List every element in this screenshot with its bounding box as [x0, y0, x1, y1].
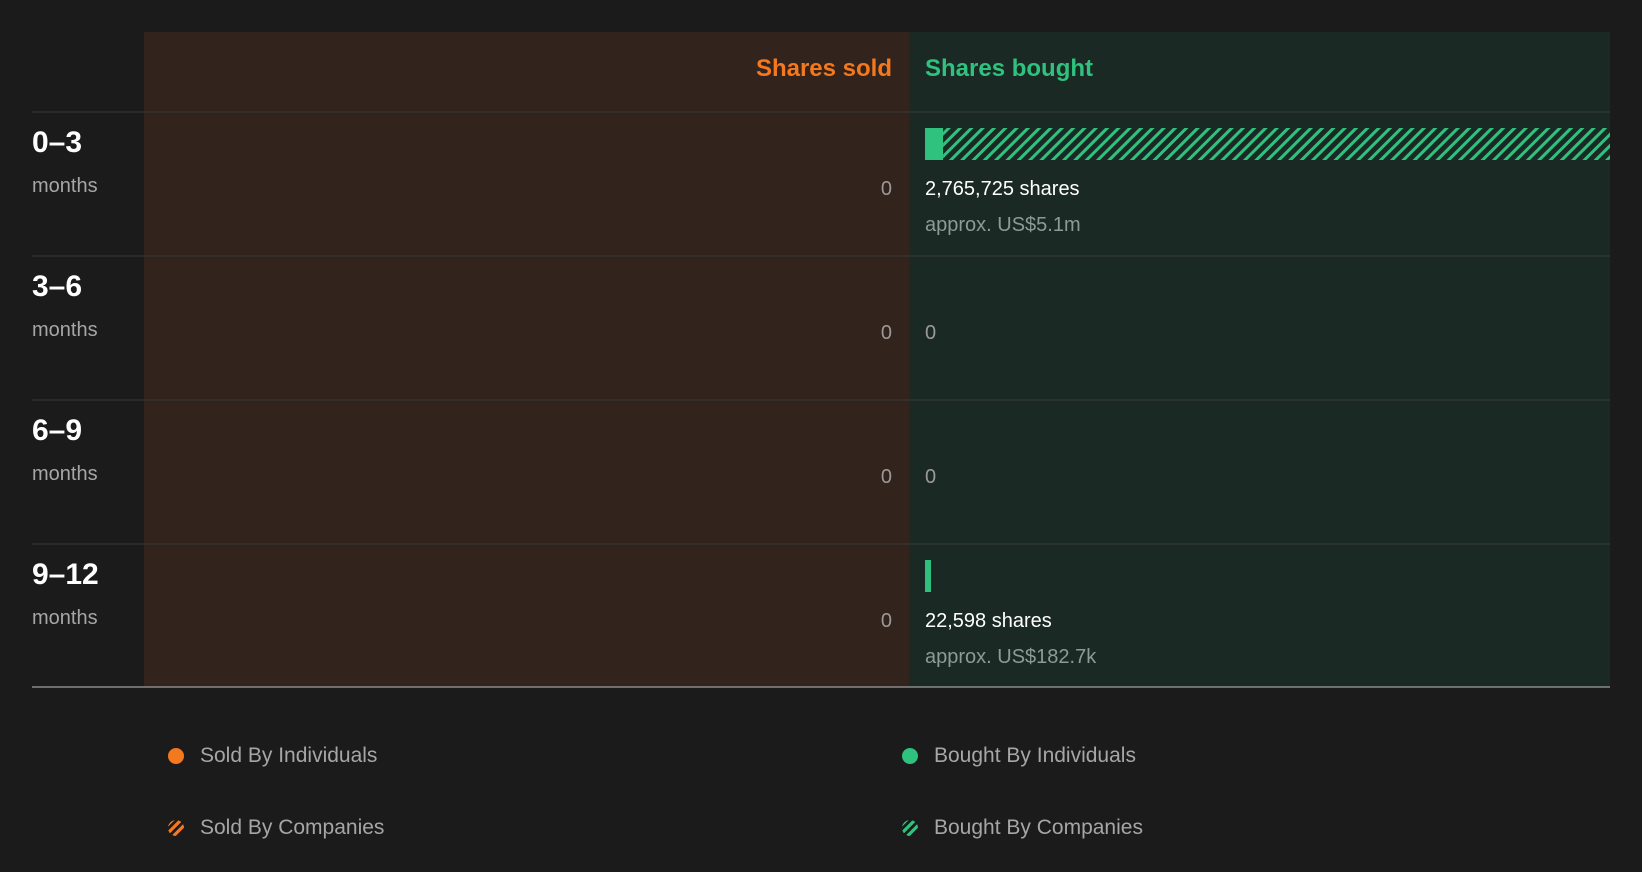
period-unit-label: months — [32, 175, 98, 197]
bought-companies-swatch-icon — [902, 820, 918, 836]
bought-shares-label: 22,598 shares — [925, 610, 1052, 632]
insider-trading-chart: 0–3 months 0 2,765,725 shares approx. US$5.1… — [0, 0, 1642, 872]
bought-companies-bar — [943, 128, 1610, 160]
shares-sold-header: Shares sold — [755, 55, 892, 82]
sold-value-label: 0 — [881, 178, 892, 200]
period-unit-label: months — [32, 463, 98, 485]
legend-item-sold-companies: Sold By Companies — [168, 816, 384, 840]
shares-bought-header: Shares bought — [925, 55, 1094, 82]
sold-panel — [144, 32, 909, 687]
sold-individuals-swatch-icon — [168, 748, 184, 764]
bought-individuals-swatch-icon — [902, 748, 918, 764]
bought-individuals-bar — [925, 560, 931, 592]
sold-value-label: 0 — [881, 610, 892, 632]
legend-item-bought-companies: Bought By Companies — [902, 816, 1143, 840]
bought-shares-label: 2,765,725 shares — [925, 178, 1080, 200]
period-unit-label: months — [32, 607, 98, 629]
period-label: 9–12 — [32, 558, 99, 591]
legend-label: Bought By Individuals — [934, 744, 1136, 767]
legend-item-sold-individuals: Sold By Individuals — [168, 744, 377, 768]
sold-companies-swatch-icon — [168, 820, 184, 836]
legend-label: Sold By Companies — [200, 816, 385, 839]
sold-value-label: 0 — [881, 322, 892, 344]
bought-value-label: approx. US$5.1m — [925, 214, 1081, 236]
bought-individuals-bar — [925, 128, 944, 160]
bought-value-label: 0 — [925, 322, 936, 344]
period-label: 0–3 — [32, 126, 82, 159]
chart-svg: 0–3 months 0 2,765,725 shares approx. US$5.1… — [32, 32, 1610, 688]
period-label: 6–9 — [32, 414, 82, 447]
sold-value-label: 0 — [881, 466, 892, 488]
legend-label: Bought By Companies — [934, 816, 1143, 839]
legend-item-bought-individuals: Bought By Individuals — [902, 744, 1136, 768]
bought-value-label: 0 — [925, 466, 936, 488]
bought-value-label: approx. US$182.7k — [925, 646, 1097, 668]
period-label: 3–6 — [32, 270, 82, 303]
period-unit-label: months — [32, 319, 98, 341]
legend-label: Sold By Individuals — [200, 744, 378, 767]
